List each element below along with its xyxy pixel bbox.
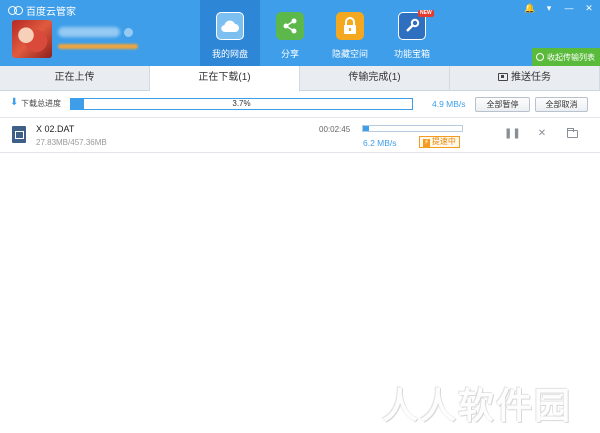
- menu-icon[interactable]: ▾: [544, 3, 554, 13]
- speedup-label: 提速中: [431, 137, 456, 146]
- pause-all-button[interactable]: 全部暂停: [475, 97, 530, 112]
- tab-downloading[interactable]: 正在下载(1): [150, 66, 300, 92]
- pause-icon[interactable]: ❚❚: [504, 127, 521, 141]
- nav-toolbox-label: 功能宝箱: [393, 49, 430, 59]
- total-speed: 4.9 MB/s: [432, 99, 466, 109]
- tab-push-tasks[interactable]: 推送任务: [450, 66, 600, 91]
- collapse-transfer-list-button[interactable]: 收起传输列表: [532, 48, 600, 66]
- nav-share-label: 分享: [280, 49, 299, 59]
- minimize-icon[interactable]: —: [564, 3, 574, 13]
- nav-share[interactable]: 分享: [260, 0, 320, 66]
- watermark: 人人软件园: [382, 386, 573, 427]
- download-arrow-icon: ⬇: [10, 97, 19, 108]
- collapse-icon: [536, 53, 544, 61]
- tab-completed[interactable]: 传输完成(1): [300, 66, 450, 91]
- task-progress-fill: [363, 126, 370, 131]
- storage-usage-bar: [58, 44, 138, 49]
- total-progress-bar: 3.7%: [70, 98, 413, 110]
- video-file-icon: [12, 126, 26, 143]
- app-window: 百度云管家 我的网盘 分享 隐藏空间 NEW 功能宝箱 🔔 ▾ — ✕ 收起传输…: [0, 0, 600, 433]
- transfer-tabs: 正在上传 正在下载(1) 传输完成(1) 推送任务: [0, 66, 600, 92]
- nav-hidden-space-label: 隐藏空间: [331, 49, 368, 59]
- username-blurred: [58, 27, 120, 37]
- task-progress-bar: [362, 125, 463, 132]
- tab-uploading[interactable]: 正在上传: [0, 66, 150, 91]
- nav-my-disk[interactable]: 我的网盘: [200, 0, 260, 66]
- baidu-cloud-logo-icon: [8, 5, 23, 15]
- share-icon: [276, 12, 304, 40]
- notification-icon[interactable]: 🔔: [524, 3, 535, 13]
- header: 百度云管家 我的网盘 分享 隐藏空间 NEW 功能宝箱 🔔 ▾ — ✕ 收起传输…: [0, 0, 600, 66]
- time-remaining: 00:02:45: [319, 125, 351, 134]
- nav-toolbox[interactable]: NEW 功能宝箱: [382, 0, 442, 66]
- cancel-icon[interactable]: ✕: [535, 127, 549, 141]
- task-speed: 6.2 MB/s: [363, 138, 397, 148]
- total-progress-percent: 3.7%: [232, 99, 251, 108]
- total-progress-label: 下载总进度: [21, 99, 61, 108]
- nav-hidden-space[interactable]: 隐藏空间: [320, 0, 380, 66]
- open-folder-icon[interactable]: [567, 128, 578, 138]
- download-task-row[interactable]: X 02.DAT 27.83MB/457.36MB 00:02:45 6.2 M…: [0, 118, 600, 153]
- window-controls: 🔔 ▾ — ✕: [524, 3, 594, 13]
- new-badge: NEW: [418, 10, 434, 17]
- file-name: X 02.DAT: [36, 124, 75, 134]
- nav-my-disk-label: 我的网盘: [211, 49, 248, 59]
- lightning-icon: ⚡: [423, 139, 430, 147]
- total-progress-row: ⬇ 下载总进度 3.7% 4.9 MB/s 全部暂停 全部取消: [0, 92, 600, 118]
- speedup-badge[interactable]: ⚡ 提速中: [419, 136, 460, 148]
- cloud-icon: [216, 12, 244, 40]
- vip-badge: [124, 28, 133, 37]
- cancel-all-button[interactable]: 全部取消: [535, 97, 588, 112]
- title-bar: 百度云管家: [8, 3, 76, 18]
- collapse-label: 收起传输列表: [547, 52, 595, 62]
- file-size: 27.83MB/457.36MB: [36, 138, 107, 147]
- tab-push-tasks-label: 推送任务: [511, 72, 551, 83]
- close-icon[interactable]: ✕: [584, 3, 594, 13]
- app-title: 百度云管家: [26, 6, 76, 18]
- push-icon: [498, 73, 508, 81]
- lock-icon: [336, 12, 364, 40]
- avatar[interactable]: [12, 20, 52, 58]
